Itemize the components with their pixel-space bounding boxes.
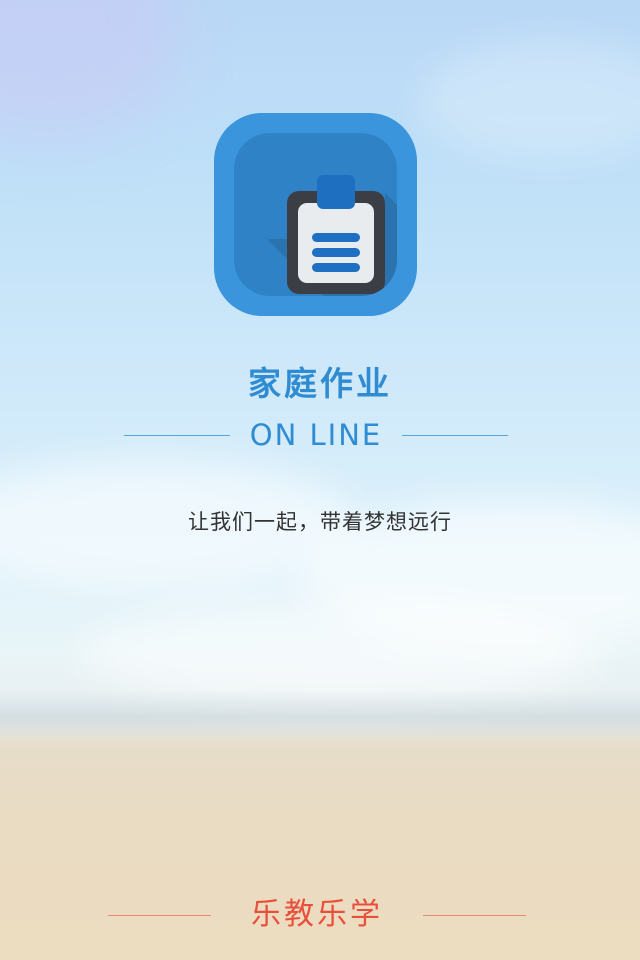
app-subtitle: ON LINE bbox=[249, 418, 383, 452]
footer: 乐教乐学 bbox=[0, 892, 640, 938]
divider-right bbox=[402, 435, 508, 436]
splash-screen: 家庭作业 ON LINE 让我们一起，带着梦想远行 乐教乐学 bbox=[0, 0, 640, 960]
subtitle-row: ON LINE bbox=[0, 414, 640, 456]
footer-divider-left bbox=[108, 915, 211, 916]
text-line bbox=[312, 233, 360, 242]
app-logo bbox=[214, 113, 417, 316]
cloud bbox=[420, 40, 640, 160]
slogan-text: 让我们一起，带着梦想远行 bbox=[188, 510, 452, 534]
divider-left bbox=[124, 435, 230, 436]
app-logo-inner bbox=[234, 133, 397, 296]
sea-horizon bbox=[0, 690, 640, 740]
footer-divider-right bbox=[423, 915, 526, 916]
app-title: 家庭作业 bbox=[248, 364, 392, 403]
text-line bbox=[312, 248, 360, 257]
footer-brand-text: 乐教乐学 bbox=[251, 897, 383, 932]
paper-sheet bbox=[298, 203, 374, 283]
sky-glow bbox=[0, 0, 180, 140]
clip-icon bbox=[317, 175, 355, 209]
text-line bbox=[312, 263, 360, 272]
